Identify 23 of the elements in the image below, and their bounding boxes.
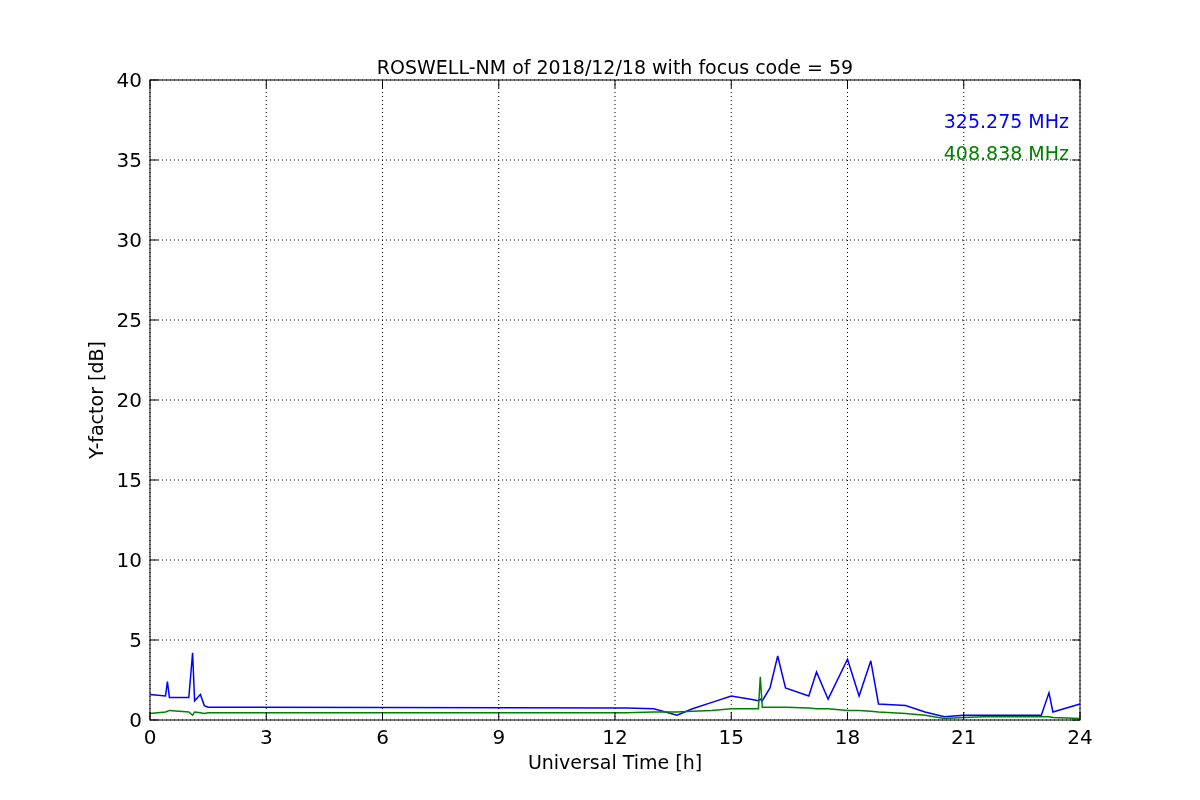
y-axis-label: Y-factor [dB]: [85, 341, 107, 459]
y-tick-label: 40: [116, 68, 142, 92]
x-tick-label: 24: [1067, 725, 1093, 749]
y-tick-label: 5: [129, 628, 142, 652]
y-tick-label: 25: [116, 308, 142, 332]
x-axis-label: Universal Time [h]: [527, 751, 703, 773]
y-tick-label: 0: [129, 708, 142, 732]
y-tick-label: 20: [116, 388, 142, 412]
y-tick-label: 30: [116, 228, 142, 252]
x-tick-label: 0: [143, 725, 157, 749]
legend-label: 408.838 MHz: [943, 142, 1069, 164]
chart-title: ROSWELL-NM of 2018/12/18 with focus code = 59: [376, 56, 854, 78]
x-tick-label: 3: [259, 725, 273, 749]
y-tick-label: 15: [116, 468, 142, 492]
x-tick-label: 12: [602, 725, 628, 749]
x-tick-label: 18: [834, 725, 861, 749]
x-tick-label: 6: [376, 725, 389, 749]
y-tick-label: 35: [116, 148, 142, 172]
y-tick-label: 10: [116, 548, 142, 572]
x-tick-label: 15: [718, 725, 744, 749]
x-tick-label: 21: [951, 725, 977, 749]
x-tick-label: 9: [492, 725, 506, 749]
legend-label: 325.275 MHz: [943, 110, 1069, 132]
